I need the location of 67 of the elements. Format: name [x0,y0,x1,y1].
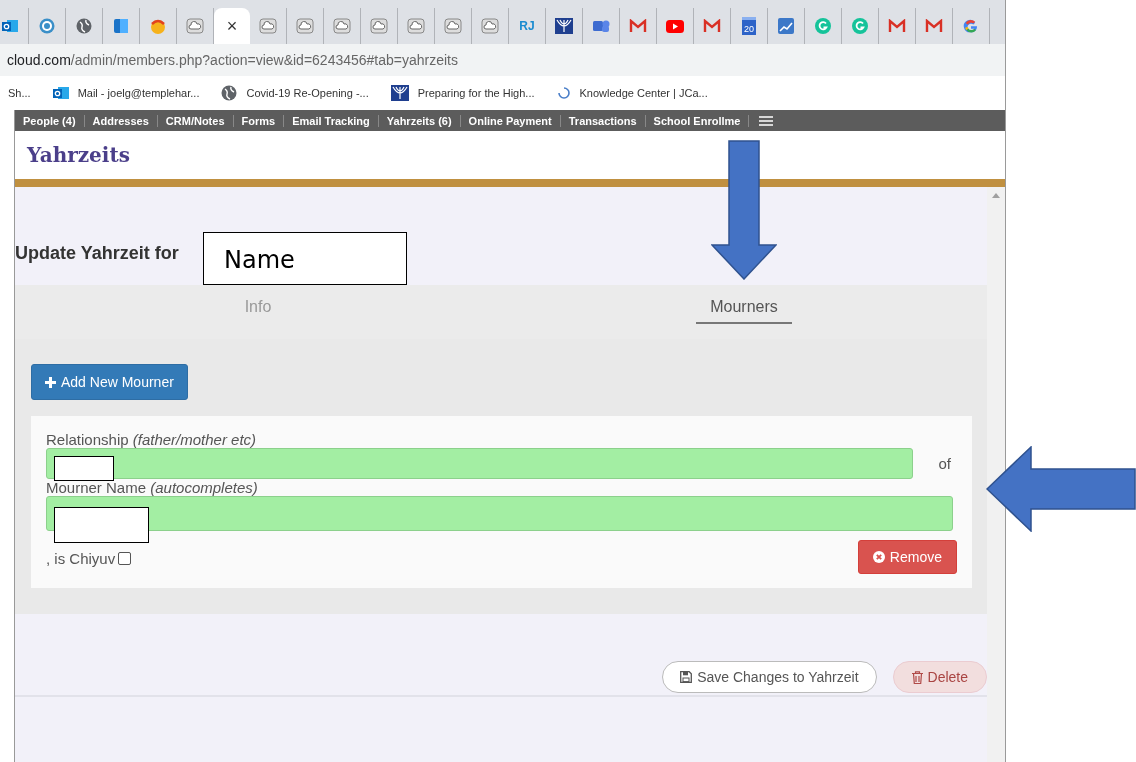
bookmark[interactable]: Covid-19 Re-Opening -... [221,85,369,101]
cloud-icon [259,18,277,34]
name-label: Name [203,232,407,285]
bookmark[interactable]: Knowledge Center | JCa... [556,86,708,100]
calendar-icon: 20 [742,17,756,35]
cloud-icon [370,18,388,34]
redaction-box [54,456,114,481]
mail-app-icon [52,85,69,101]
menorah-icon [555,18,573,34]
menu-icon[interactable] [759,115,774,126]
bookmark[interactable]: Sh... [8,87,31,99]
nav-tab[interactable]: People (4) [15,114,85,127]
smiley-icon [150,18,166,34]
form-tab[interactable]: Mourners [696,298,792,324]
remove-circle-icon [872,551,885,563]
mail-icon [888,19,906,33]
g-icon [963,18,979,34]
bookmark[interactable]: Preparing for the High... [390,85,535,101]
of-label: of [938,455,951,472]
loading-icon [556,86,571,100]
chiyuv-checkbox[interactable] [118,552,132,565]
chiyuv-label: , is Chiyuv [46,550,116,567]
panel-title: Yahrzeits [27,143,130,167]
mail-icon [703,19,721,33]
save-button[interactable]: Save Changes to Yahrzeit [662,661,877,693]
nav-tab[interactable]: Forms [233,114,285,127]
menorah-icon [390,85,409,101]
close-icon[interactable]: × [226,15,238,37]
g-circle-icon [852,18,868,34]
field-label: Relationship (father/mother etc) [46,431,258,448]
cloud-icon [407,18,425,34]
chat-app-icon [592,18,610,34]
cloud-icon [186,18,204,34]
nav-tab[interactable]: Email Tracking [284,114,379,127]
nav-tab[interactable]: Transactions [560,114,646,127]
nav-tab[interactable]: Addresses [84,114,158,127]
target-icon [39,18,55,34]
g-circle-icon [815,18,831,34]
add-mourner-button[interactable]: Add New Mourner [31,364,188,400]
plus-icon [45,376,56,388]
nav-tab[interactable]: Yahrzeits (6) [378,114,461,127]
globe-icon [221,85,238,101]
bookmark[interactable]: Mail - joelg@templehar... [52,85,200,101]
square-icon [113,18,129,34]
play-icon [666,19,684,33]
field-label: Mourner Name (autocompletes) [46,479,259,496]
nav-tab[interactable]: Online Payment [460,114,561,127]
cloud-icon [333,18,351,34]
nav-tab[interactable]: CRM/Notes [157,114,234,127]
delete-button[interactable]: Delete [892,661,987,693]
globe-icon [76,18,92,34]
tab-label: RJ [519,19,535,33]
relationship-field[interactable] [46,448,914,479]
mourner-name-field[interactable] [46,496,953,531]
nav-tab[interactable]: School Enrollme [645,114,750,127]
trash-icon [911,670,923,684]
mail-icon [925,19,943,33]
cloud-icon [444,18,462,34]
cloud-icon [481,18,499,34]
browser-tab[interactable]: × [214,8,250,44]
scroll-up-icon[interactable] [992,193,1000,198]
remove-button[interactable]: Remove [857,540,957,574]
mail-app-icon [2,18,18,34]
cloud-icon [296,18,314,34]
heading: Update Yahrzeit for [15,243,179,264]
chart-icon [778,18,794,34]
mail-icon [629,19,647,33]
